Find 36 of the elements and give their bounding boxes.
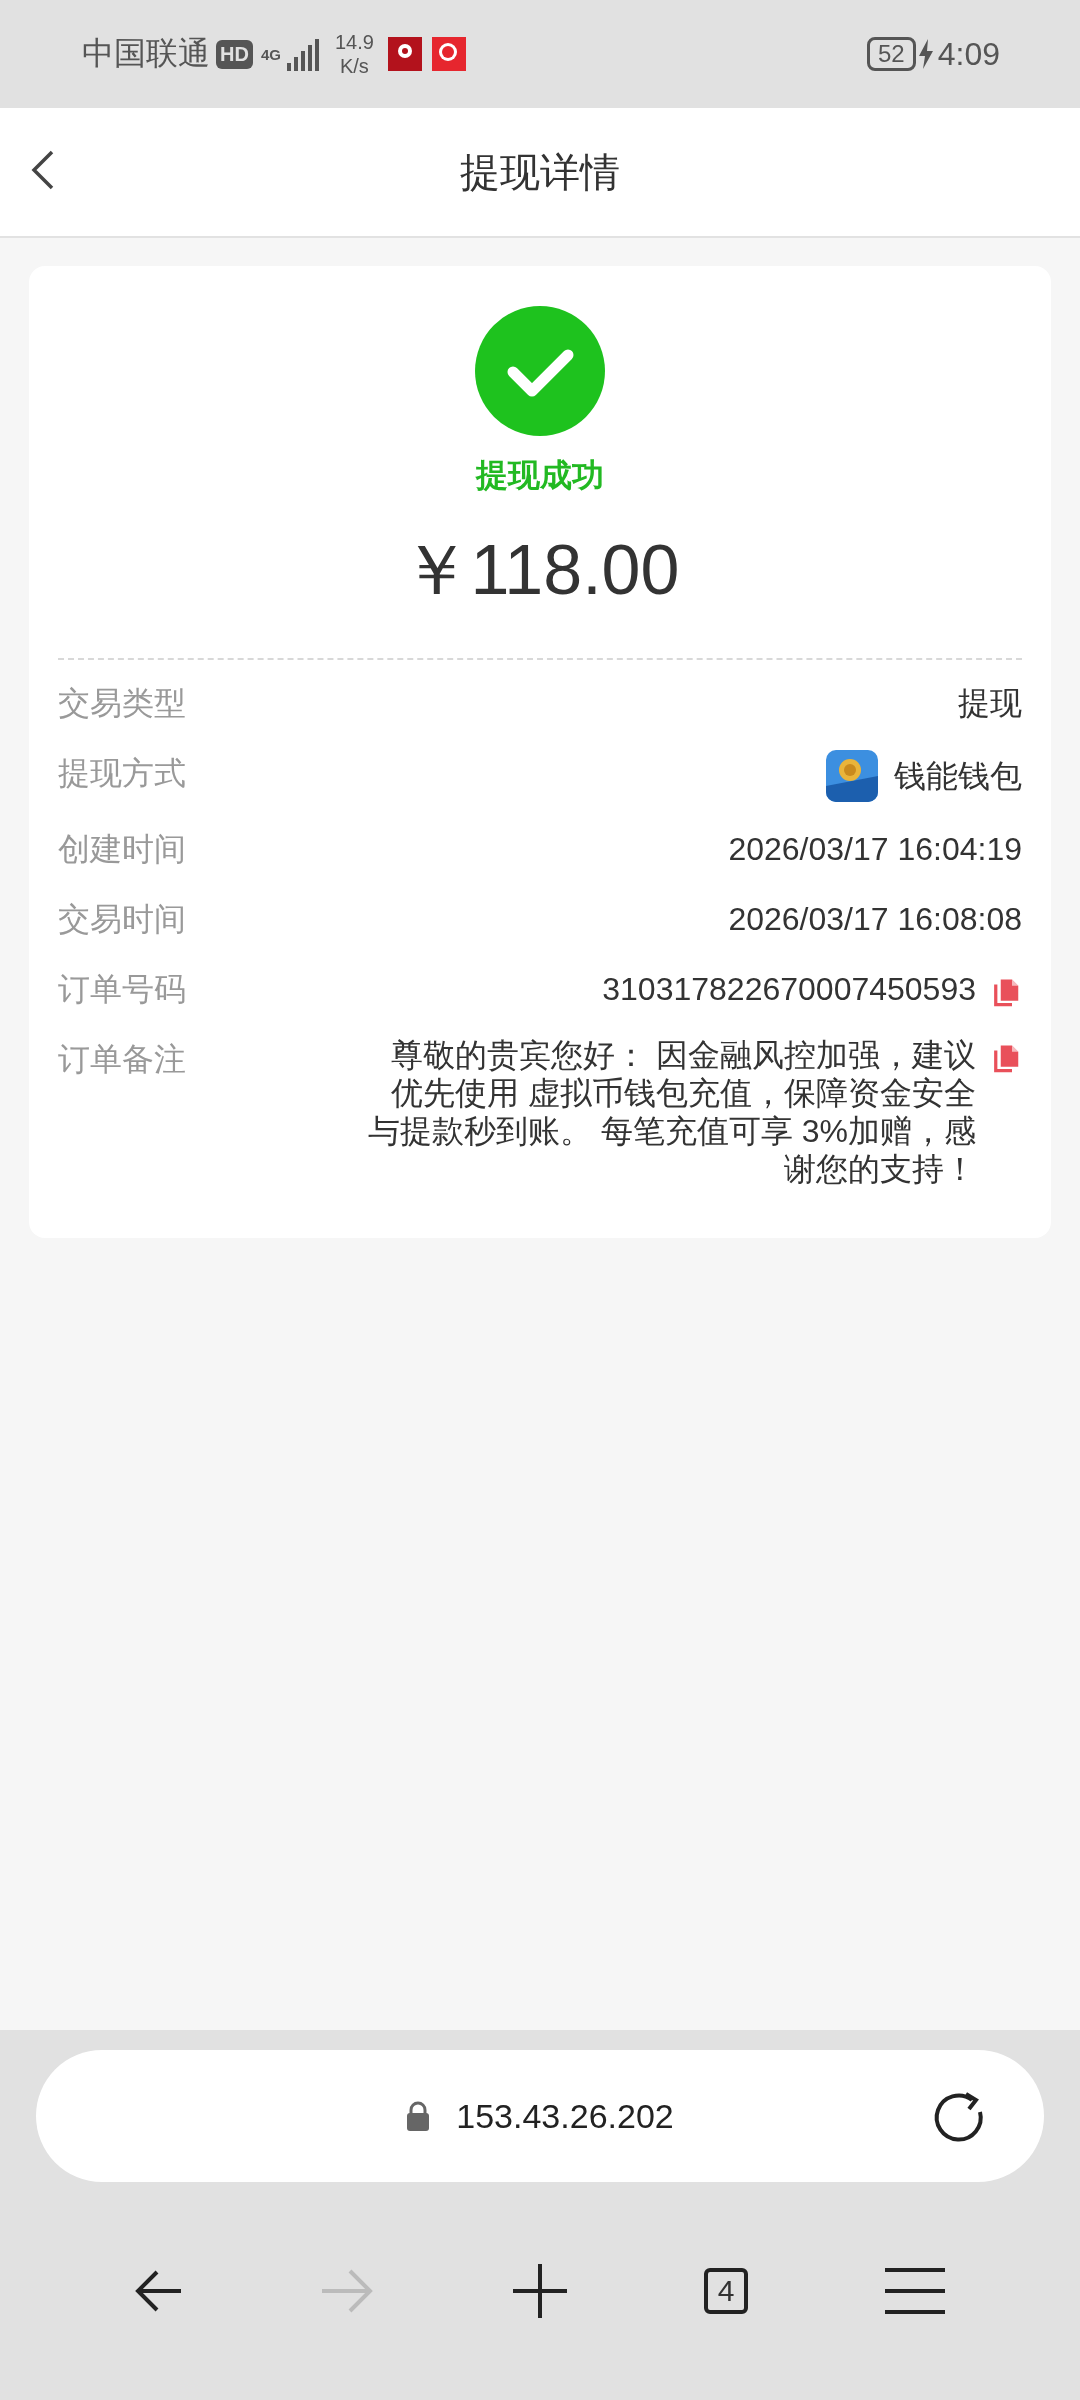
row-value: 310317822670007450593 [602,970,976,1009]
row-label: 交易类型 [58,684,186,723]
row-label: 创建时间 [58,830,186,869]
charging-icon [917,39,934,69]
success-check-icon [475,306,605,436]
speed-unit: K/s [339,54,369,78]
row-value: 钱能钱包 [894,757,1022,796]
clock: 4:09 [937,35,1000,73]
back-arrow-icon[interactable] [134,2269,183,2313]
menu-icon[interactable] [885,2266,946,2316]
url-text: 153.43.26.202 [456,2096,674,2136]
order-note: 尊敬的贵宾您好： 因金融风控加强，建议优先使用 虚拟币钱包充值，保障资金安全与提款秒到账。 每笔充值可享 3%加赠，感谢您的支持！ [366,1036,976,1188]
row-label: 交易时间 [58,900,186,939]
speed-value: 14.9 [334,30,374,54]
signal-icon [284,37,321,71]
row-label: 提现方式 [58,754,186,793]
row-label: 订单备注 [58,1040,186,1079]
tab-count-button[interactable]: 4 [704,2268,749,2314]
status-text: 提现成功 [476,456,604,495]
row-value: 2026/03/17 16:08:08 [728,900,1022,939]
row-label: 订单号码 [58,970,186,1009]
address-bar[interactable]: 153.43.26.202 [36,2050,1044,2182]
hd-badge: HD [216,39,253,69]
network-type: 4G [260,46,281,62]
carrier-name: 中国联通 [82,34,210,73]
add-icon[interactable] [512,2264,567,2318]
row-value: 提现 [958,684,1022,723]
back-icon[interactable] [30,148,56,192]
battery-level: 52 [867,37,916,71]
app-icon [387,37,422,71]
app-icon [826,750,878,802]
app-icon [431,37,466,71]
row-value: 2026/03/17 16:04:19 [728,830,1022,869]
lock-icon [406,2101,431,2131]
page-title: 提现详情 [460,148,620,196]
amount: ￥118.00 [400,530,680,611]
